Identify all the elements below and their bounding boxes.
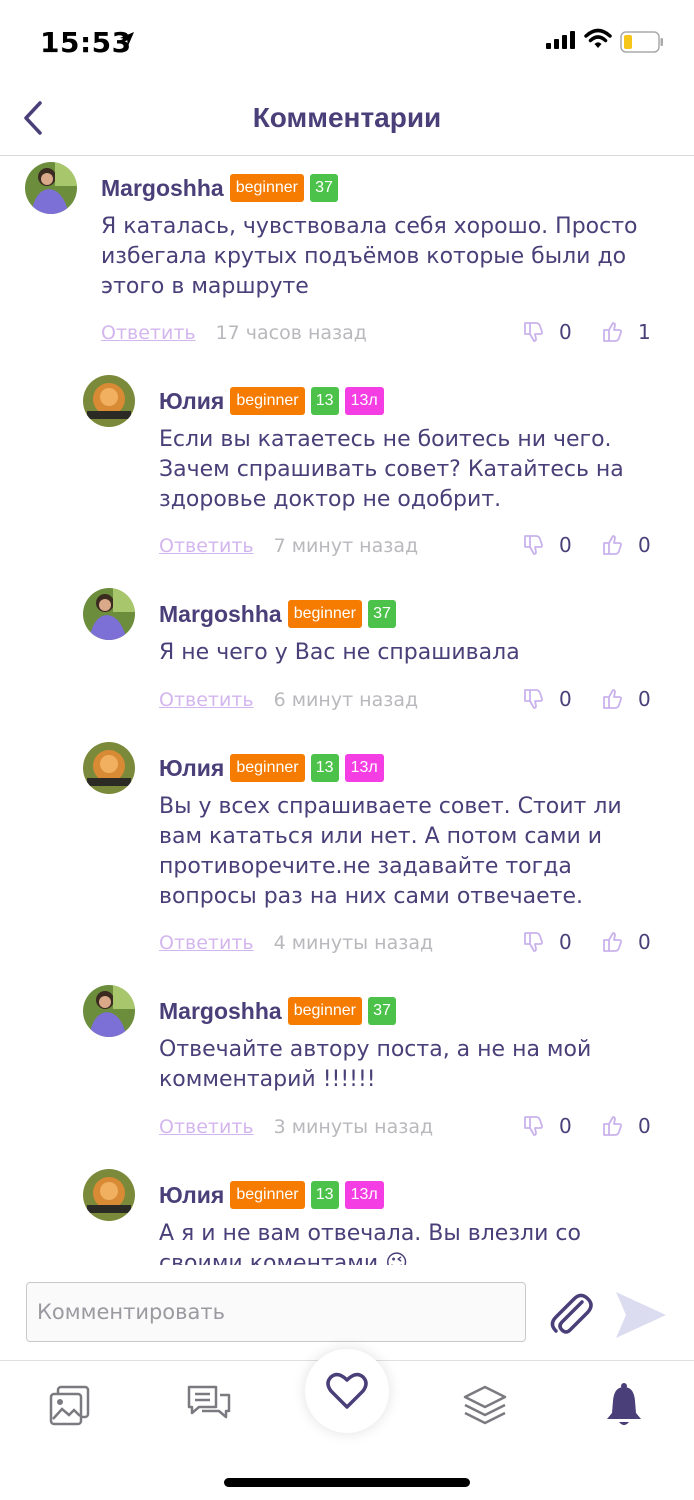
rank-badge: beginner bbox=[230, 754, 305, 782]
reply-link[interactable]: Ответить bbox=[159, 535, 254, 557]
dislike-button[interactable]: 0 bbox=[523, 533, 572, 557]
battery-icon bbox=[620, 31, 663, 53]
age-badge: 13л bbox=[344, 387, 384, 415]
reply-link[interactable]: Ответить bbox=[159, 689, 254, 711]
like-button[interactable]: 0 bbox=[602, 930, 651, 954]
thumbs-up-icon bbox=[603, 535, 622, 555]
avatar[interactable] bbox=[83, 1169, 135, 1221]
comment-input-bar bbox=[0, 1282, 694, 1346]
avatar[interactable] bbox=[83, 375, 135, 427]
paperclip-icon[interactable] bbox=[544, 1288, 596, 1340]
comment-author[interactable]: Margoshha bbox=[101, 175, 224, 202]
comment-text: Если вы катаетесь не боитесь ни чего. За… bbox=[159, 427, 624, 512]
tab-bar bbox=[0, 1349, 694, 1500]
age-badge: 13л bbox=[344, 754, 384, 782]
thumbs-down-icon bbox=[524, 932, 543, 952]
avatar[interactable] bbox=[25, 162, 77, 214]
reply-link[interactable]: Ответить bbox=[101, 322, 196, 344]
comment-time: 17 часов назад bbox=[215, 322, 367, 344]
comment-time: 6 минут назад bbox=[273, 689, 419, 711]
avatar[interactable] bbox=[83, 985, 135, 1037]
home-indicator bbox=[224, 1478, 470, 1487]
reply-link[interactable]: Ответить bbox=[159, 1116, 254, 1138]
comment-author[interactable]: Margoshha bbox=[159, 998, 282, 1025]
rank-badge: beginner bbox=[287, 997, 362, 1025]
chat-icon[interactable] bbox=[186, 1383, 232, 1427]
gallery-icon[interactable] bbox=[48, 1383, 92, 1427]
comment-time: 4 минуты назад bbox=[273, 932, 434, 954]
level-badge: 37 bbox=[367, 997, 396, 1025]
dislike-count: 0 bbox=[559, 320, 572, 344]
comment-text: Отвечайте автору поста, а не на мой комм… bbox=[159, 1037, 592, 1092]
like-count: 0 bbox=[638, 533, 651, 557]
rank-badge: beginner bbox=[287, 600, 362, 628]
dislike-button[interactable]: 0 bbox=[523, 687, 572, 711]
comment-author[interactable]: Юлия bbox=[159, 1182, 224, 1209]
heart-icon bbox=[326, 1372, 368, 1409]
dislike-count: 0 bbox=[559, 687, 572, 711]
like-count: 0 bbox=[638, 687, 651, 711]
comment-input[interactable] bbox=[26, 1282, 526, 1342]
thumbs-down-icon bbox=[524, 689, 543, 709]
like-button[interactable]: 0 bbox=[602, 687, 651, 711]
thumbs-down-icon bbox=[524, 322, 543, 342]
rank-badge: beginner bbox=[229, 174, 304, 202]
thumbs-down-icon bbox=[524, 1116, 543, 1136]
rank-badge: beginner bbox=[230, 387, 305, 415]
comment-author[interactable]: Margoshha bbox=[159, 601, 282, 628]
like-button[interactable]: 1 bbox=[602, 320, 651, 344]
like-count: 0 bbox=[638, 1114, 651, 1138]
level-badge: 13 bbox=[310, 754, 339, 782]
thumbs-up-icon bbox=[603, 322, 622, 342]
dislike-count: 0 bbox=[559, 533, 572, 557]
like-button[interactable]: 0 bbox=[602, 533, 651, 557]
like-button[interactable]: 0 bbox=[602, 1114, 651, 1138]
level-badge: 13 bbox=[310, 1181, 339, 1209]
favorites-button[interactable] bbox=[305, 1349, 389, 1433]
dislike-count: 0 bbox=[559, 930, 572, 954]
comment-author[interactable]: Юлия bbox=[159, 755, 224, 782]
page-title: Комментарии bbox=[252, 102, 442, 133]
dislike-button[interactable]: 0 bbox=[523, 320, 572, 344]
bell-icon[interactable] bbox=[604, 1383, 644, 1429]
thumbs-up-icon bbox=[603, 932, 622, 952]
avatar[interactable] bbox=[83, 742, 135, 794]
thumbs-up-icon bbox=[603, 1116, 622, 1136]
level-badge: 37 bbox=[309, 174, 338, 202]
age-badge: 13л bbox=[344, 1181, 384, 1209]
comment-time: 3 минуты назад bbox=[273, 1116, 434, 1138]
reply-link[interactable]: Ответить bbox=[159, 932, 254, 954]
send-icon[interactable] bbox=[614, 1288, 668, 1342]
signal-icon bbox=[546, 31, 575, 49]
rank-badge: beginner bbox=[230, 1181, 305, 1209]
level-badge: 37 bbox=[367, 600, 396, 628]
like-count: 0 bbox=[638, 930, 651, 954]
comment-time: 7 минут назад bbox=[273, 535, 419, 557]
comment-text: Я каталась, чувствовала себя хорошо. Про… bbox=[101, 214, 638, 299]
location-arrow-icon bbox=[120, 32, 134, 46]
comment-text: Вы у всех спрашиваете совет. Стоит ли ва… bbox=[159, 794, 622, 909]
level-badge: 13 bbox=[310, 387, 339, 415]
thumbs-down-icon bbox=[524, 535, 543, 555]
wifi-icon bbox=[584, 28, 612, 48]
thumbs-up-icon bbox=[603, 689, 622, 709]
dislike-count: 0 bbox=[559, 1114, 572, 1138]
status-bar: 15:53 bbox=[0, 0, 694, 84]
comment-author[interactable]: Юлия bbox=[159, 388, 224, 415]
comment-text: А я и не вам отвечала. Вы влезли со свои… bbox=[159, 1221, 581, 1265]
comment-text: Я не чего у Вас не спрашивала bbox=[159, 640, 520, 665]
header: Комментарии bbox=[0, 84, 694, 156]
like-count: 1 bbox=[638, 320, 651, 344]
dislike-button[interactable]: 0 bbox=[523, 930, 572, 954]
comments-list[interactable]: Margoshha beginner 37 Я каталась, чувств… bbox=[0, 157, 694, 1265]
layers-icon[interactable] bbox=[462, 1383, 508, 1429]
dislike-button[interactable]: 0 bbox=[523, 1114, 572, 1138]
avatar[interactable] bbox=[83, 588, 135, 640]
